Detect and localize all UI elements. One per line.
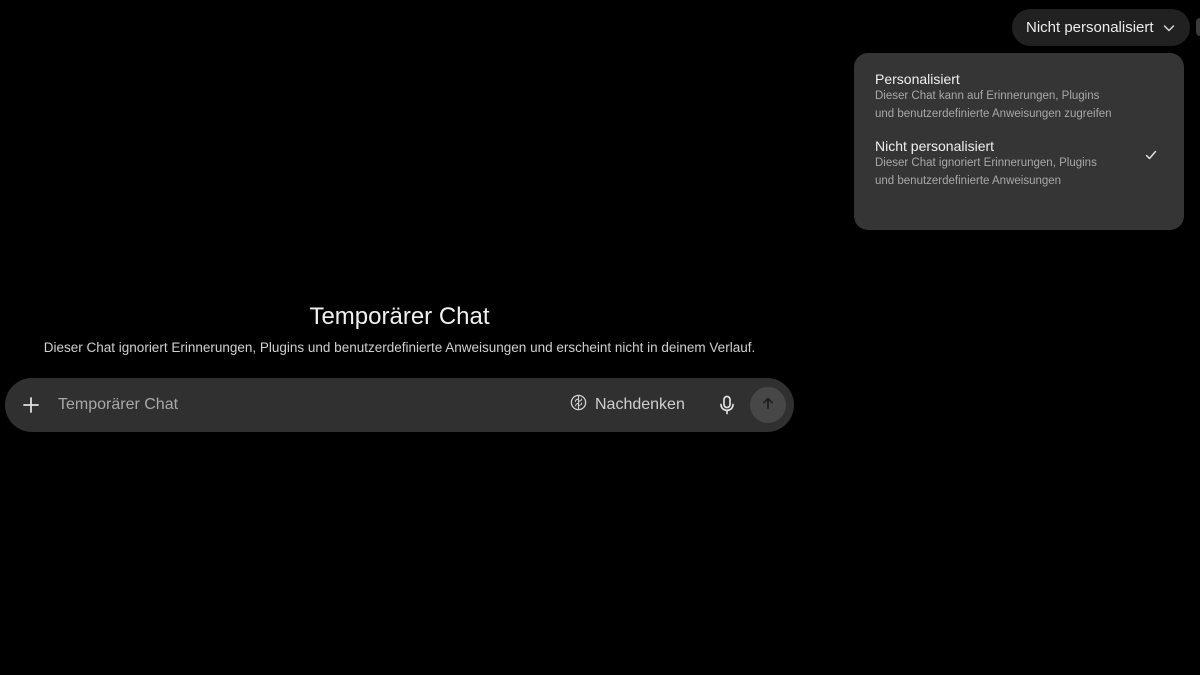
chevron-down-icon <box>1162 21 1176 35</box>
chat-composer: Nachdenken <box>5 378 794 432</box>
menu-item-title: Personalisiert <box>875 71 960 87</box>
menu-item-description: Dieser Chat ignoriert Erinnerungen, Plug… <box>875 157 1097 187</box>
page-title: Temporärer Chat <box>309 303 490 330</box>
send-button[interactable] <box>750 387 786 423</box>
menu-item-title: Nicht personalisiert <box>875 138 995 154</box>
brain-icon <box>569 393 588 417</box>
temporary-chat-page: Nicht personalisiert Personalisiert Dies… <box>0 0 1200 675</box>
arrow-up-icon <box>760 395 776 416</box>
think-button-label: Nachdenken <box>595 396 685 413</box>
menu-item-personalized[interactable]: Personalisiert Dieser Chat kann auf Erin… <box>875 70 1164 123</box>
microphone-icon[interactable] <box>715 393 739 417</box>
personalization-mode-button[interactable]: Nicht personalisiert <box>1012 9 1190 46</box>
personalization-menu: Personalisiert Dieser Chat kann auf Erin… <box>854 53 1184 230</box>
menu-item-description: Dieser Chat kann auf Erinnerungen, Plugi… <box>875 90 1112 120</box>
page-subtitle: Dieser Chat ignoriert Erinnerungen, Plug… <box>43 340 756 355</box>
plus-icon[interactable] <box>21 395 41 415</box>
think-button[interactable]: Nachdenken <box>565 392 689 418</box>
personalization-mode-label: Nicht personalisiert <box>1026 19 1154 36</box>
checkmark-icon <box>1144 148 1158 162</box>
menu-item-not-personalized[interactable]: Nicht personalisiert Dieser Chat ignorie… <box>875 137 1164 190</box>
chat-input[interactable] <box>55 392 541 418</box>
offscreen-button-edge[interactable] <box>1196 18 1200 36</box>
